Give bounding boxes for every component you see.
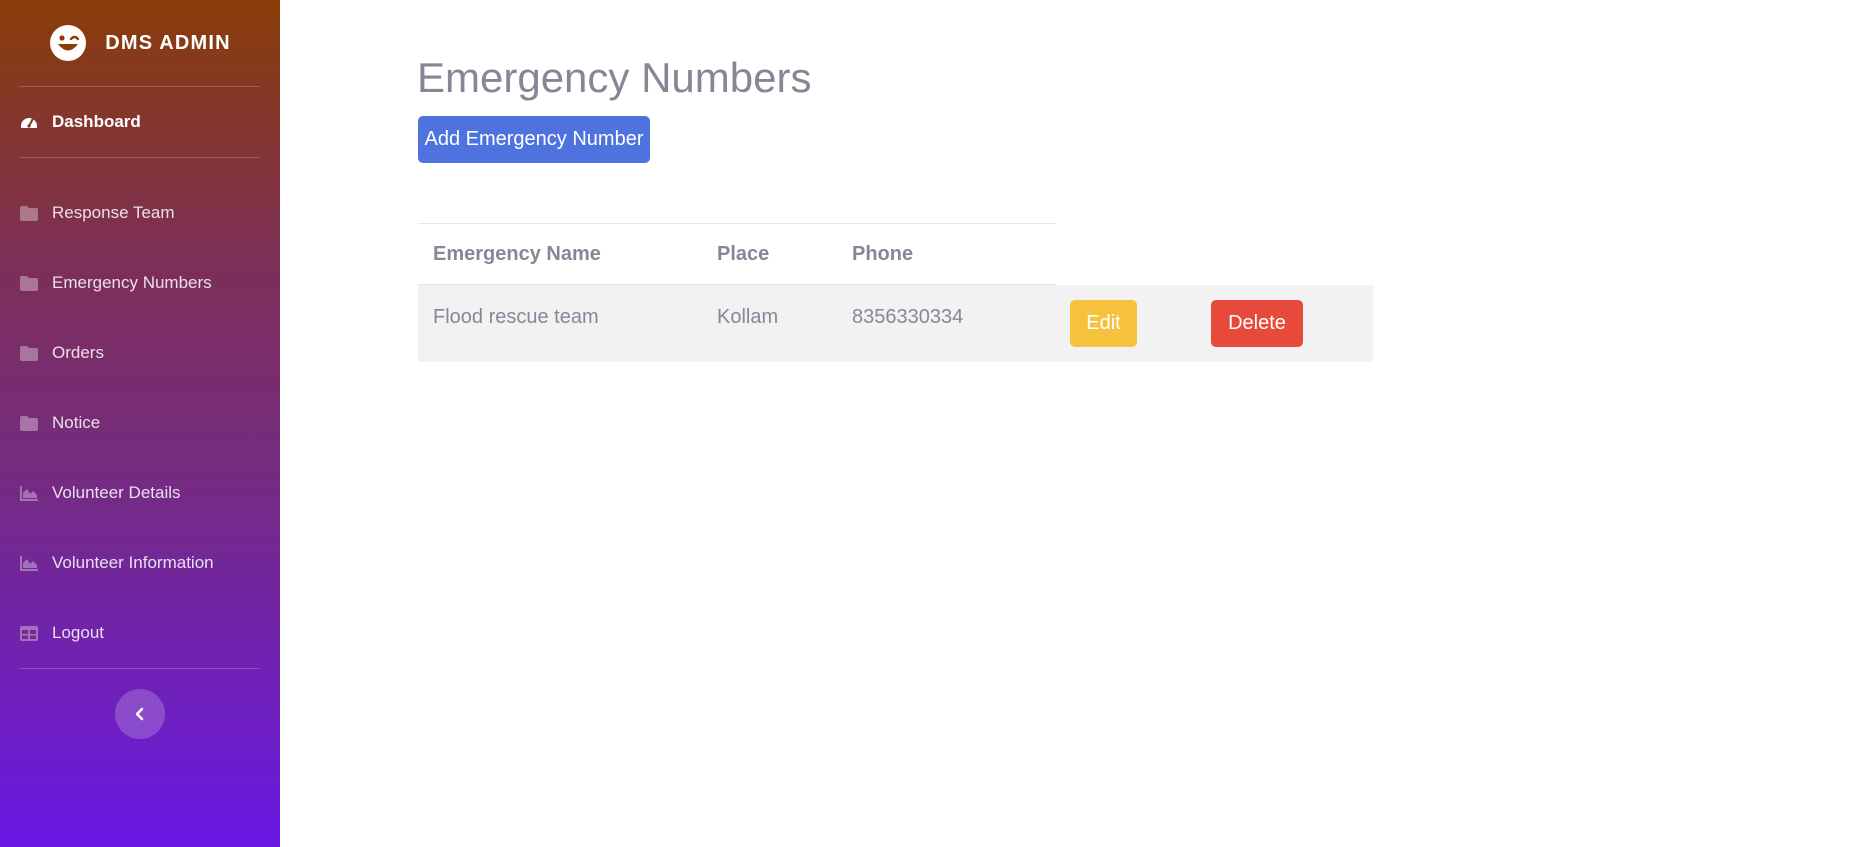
- sidebar-item-response-team[interactable]: Response Team: [19, 193, 260, 233]
- laugh-wink-icon: [50, 25, 87, 61]
- sidebar-item-logout[interactable]: Logout: [19, 613, 260, 653]
- folder-icon: [19, 343, 39, 363]
- sidebar-item-label: Orders: [52, 343, 104, 362]
- area-chart-icon: [19, 483, 39, 503]
- folder-icon: [19, 203, 39, 223]
- sidebar-item-volunteer-details[interactable]: Volunteer Details: [19, 473, 260, 513]
- table-row: Flood rescue team Kollam 8356330334 Edit…: [418, 285, 1373, 362]
- column-header-emergency-name: Emergency Name: [433, 243, 601, 265]
- cell-phone: 8356330334: [852, 306, 964, 328]
- main-content: Emergency Numbers Add Emergency Number E…: [280, 0, 1853, 847]
- folder-icon: [19, 273, 39, 293]
- table-icon: [19, 623, 39, 643]
- cell-emergency-name: Flood rescue team: [433, 306, 599, 328]
- table-header: Emergency Name Place Phone: [418, 223, 1373, 286]
- sidebar-item-label: Volunteer Information: [52, 553, 214, 572]
- sidebar-item-label: Notice: [52, 413, 101, 432]
- brand-title: DMS ADMIN: [105, 31, 231, 54]
- sidebar: DMS ADMIN Dashboard Response Team Emerge…: [0, 0, 280, 847]
- sidebar-item-label: Logout: [52, 623, 104, 642]
- table-header-top-border: [418, 223, 1056, 224]
- sidebar-divider: [19, 157, 260, 158]
- sidebar-item-orders[interactable]: Orders: [19, 333, 260, 373]
- sidebar-brand[interactable]: DMS ADMIN: [0, 0, 280, 86]
- sidebar-item-label: Emergency Numbers: [52, 273, 212, 292]
- area-chart-icon: [19, 553, 39, 573]
- emergency-numbers-table: Emergency Name Place Phone Flood rescue …: [418, 223, 1373, 362]
- folder-icon: [19, 413, 39, 433]
- add-emergency-number-button[interactable]: Add Emergency Number: [418, 116, 650, 163]
- sidebar-item-notice[interactable]: Notice: [19, 403, 260, 443]
- sidebar-item-volunteer-information[interactable]: Volunteer Information: [19, 543, 260, 583]
- chevron-left-icon: [135, 707, 144, 721]
- sidebar-item-label: Response Team: [52, 203, 175, 222]
- sidebar-item-emergency-numbers[interactable]: Emergency Numbers: [19, 263, 260, 303]
- column-header-phone: Phone: [852, 243, 914, 265]
- tachometer-icon: [19, 112, 39, 132]
- page-title: Emergency Numbers: [417, 54, 812, 101]
- delete-button[interactable]: Delete: [1211, 300, 1303, 347]
- sidebar-divider: [19, 668, 260, 669]
- sidebar-divider: [19, 86, 260, 87]
- column-header-place: Place: [717, 243, 770, 265]
- sidebar-item-dashboard[interactable]: Dashboard: [19, 102, 260, 142]
- cell-place: Kollam: [717, 306, 779, 328]
- sidebar-item-label: Dashboard: [52, 112, 141, 131]
- sidebar-item-label: Volunteer Details: [52, 483, 181, 502]
- sidebar-toggle-button[interactable]: [115, 689, 165, 739]
- edit-button[interactable]: Edit: [1070, 300, 1137, 347]
